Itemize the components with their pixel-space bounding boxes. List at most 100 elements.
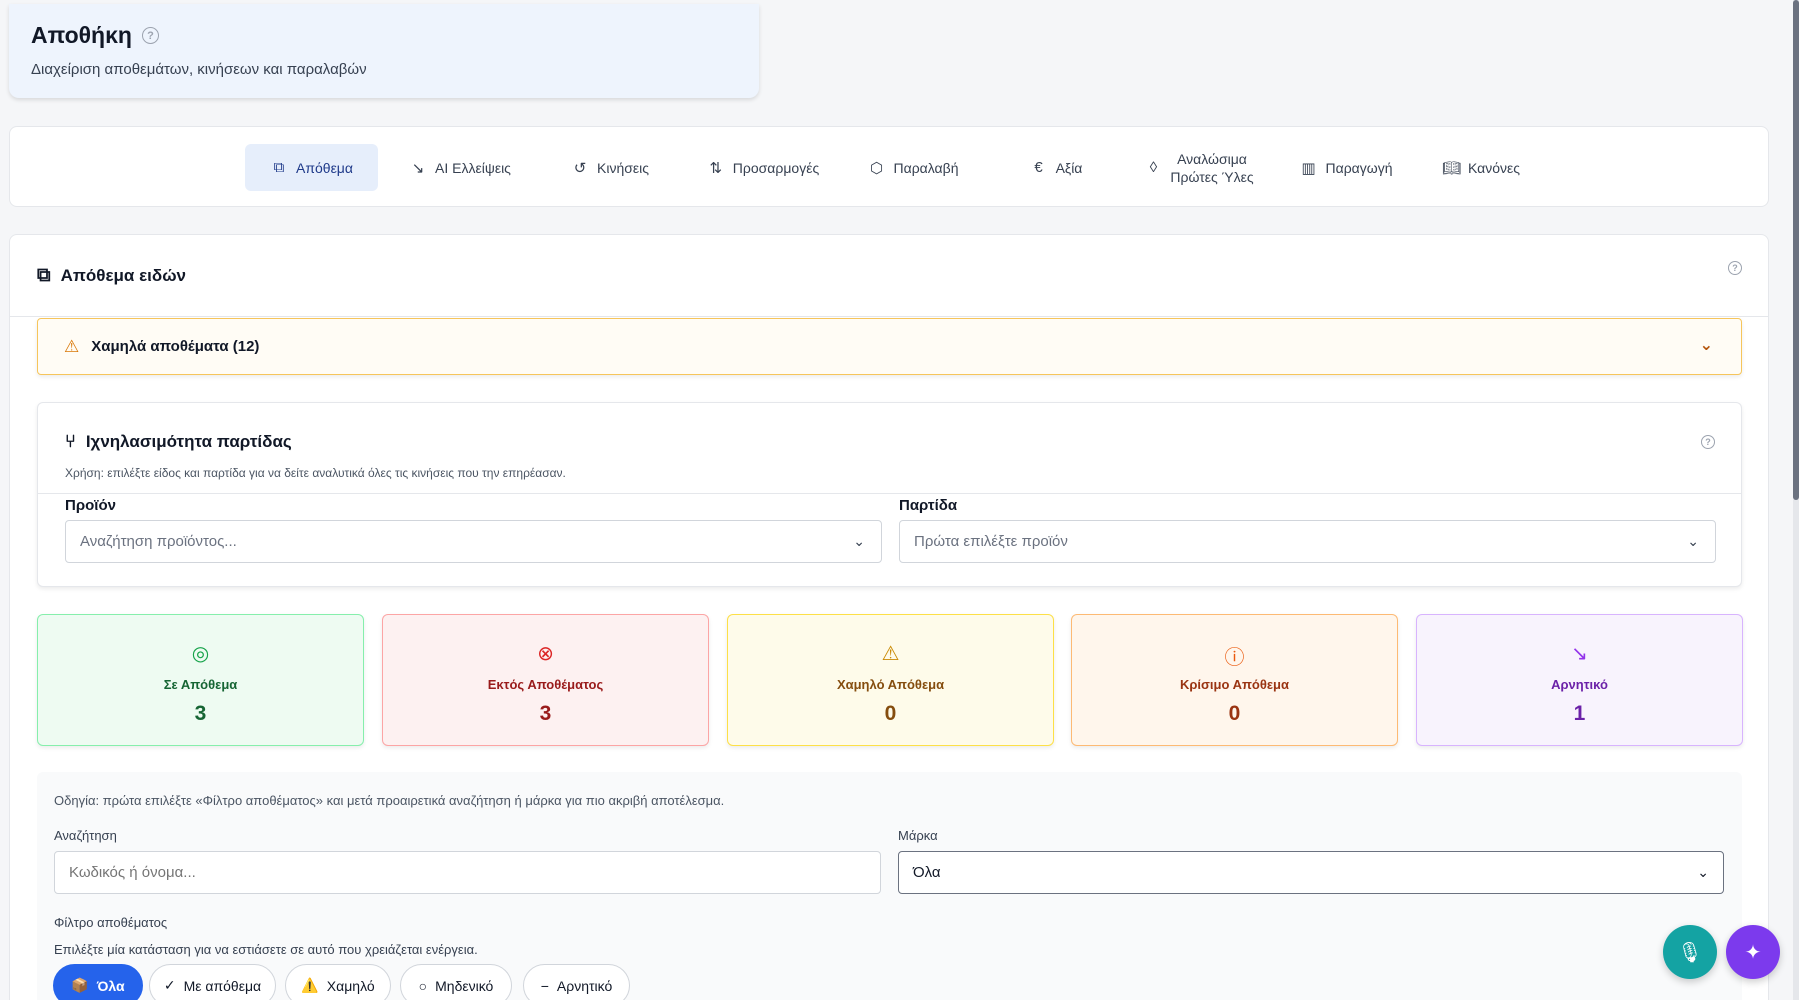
- stat-value: 0: [884, 702, 897, 725]
- product-select-placeholder: Αναζήτηση προϊόντος...: [80, 533, 237, 550]
- warning-icon: ⚠️: [301, 977, 319, 993]
- git-branch-icon: ⑂: [65, 431, 76, 451]
- chip-label: Με απόθεμα: [183, 977, 262, 994]
- boxes-icon: ⧉: [273, 159, 285, 176]
- page-scrollbar[interactable]: [1793, 0, 1799, 1000]
- microphone-icon: 🎙︎: [1677, 941, 1703, 964]
- stat-critical-stock[interactable]: ⓘ Κρίσιμο Απόθεμα 0: [1071, 614, 1398, 746]
- help-icon[interactable]: ?: [141, 27, 159, 44]
- product-select[interactable]: Αναζήτηση προϊόντος... ⌄: [65, 520, 882, 563]
- batch-label: Παρτίδα: [899, 497, 958, 514]
- stat-value: 3: [539, 702, 552, 725]
- traceability-description: Χρήση: επιλέξτε είδος και παρτίδα για να…: [65, 466, 566, 480]
- tab-label: Κινήσεις: [597, 159, 649, 176]
- product-label: Προϊόν: [65, 497, 116, 514]
- stock-panel-title-row: ⧉ Απόθεμα ειδών: [37, 265, 186, 287]
- brand-select[interactable]: Όλα ⌄: [898, 851, 1724, 894]
- help-icon[interactable]: ?: [1701, 435, 1715, 449]
- tab-label: Απόθεμα: [296, 159, 353, 176]
- brand-label: Μάρκα: [898, 828, 938, 843]
- boxes-icon: ⧉: [37, 265, 51, 286]
- stat-value: 3: [194, 702, 207, 725]
- tab-production[interactable]: ▥ Παραγωγή: [1291, 144, 1401, 191]
- tab-adjustments[interactable]: ⇅ Προσαρμογές: [697, 144, 829, 191]
- chip-in-stock[interactable]: ✓ Με απόθεμα: [149, 964, 276, 1000]
- stat-low-stock[interactable]: ⚠ Χαμηλό Απόθεμα 0: [727, 614, 1054, 746]
- box-icon: 📦: [71, 977, 89, 993]
- tab-value[interactable]: € Αξία: [1016, 144, 1096, 191]
- help-icon[interactable]: ?: [1728, 261, 1742, 275]
- chip-zero[interactable]: ○ Μηδενικό: [400, 964, 512, 1000]
- stock-filters: Οδηγία: πρώτα επιλέξτε «Φίλτρο αποθέματο…: [37, 772, 1742, 1000]
- stat-value: 0: [1228, 702, 1241, 725]
- chevron-down-icon: ⌄: [1697, 864, 1709, 880]
- book-icon: 📖︎: [1441, 159, 1462, 177]
- batch-select-placeholder: Πρώτα επιλέξτε προϊόν: [914, 533, 1068, 550]
- search-input[interactable]: [54, 851, 881, 894]
- ai-assistant-button[interactable]: ✦: [1726, 925, 1780, 979]
- tab-label: Παραλαβή: [893, 159, 959, 176]
- batch-traceability-card: ⑂ Ιχνηλασιμότητα παρτίδας Χρήση: επιλέξτ…: [37, 402, 1742, 587]
- chip-all[interactable]: 📦 Όλα: [53, 964, 143, 1000]
- stock-filter-help: Επιλέξτε μία κατάσταση για να εστιάσετε …: [54, 942, 478, 957]
- stat-label: Εκτός Αποθέματος: [487, 677, 604, 692]
- stock-panel-title: Απόθεμα ειδών: [60, 266, 187, 285]
- tab-rules[interactable]: 📖︎ Κανόνες: [1431, 144, 1531, 191]
- tab-ai-shortages[interactable]: ↘ AI Ελλείψεις: [395, 144, 525, 191]
- stat-in-stock[interactable]: ◎ Σε Απόθεμα 3: [37, 614, 364, 746]
- stock-panel: ⧉ Απόθεμα ειδών ? ⚠ Χαμηλά αποθέματα (12…: [9, 234, 1769, 1000]
- chevron-down-icon: ⌄: [1687, 533, 1699, 549]
- chip-negative[interactable]: − Αρνητικό: [523, 964, 630, 1000]
- trend-down-icon: ↘: [411, 159, 425, 177]
- tab-receiving[interactable]: ⬡ Παραλαβή: [858, 144, 968, 191]
- stat-label: Κρίσιμο Απόθεμα: [1180, 677, 1289, 692]
- droplet-icon: ◊: [1149, 159, 1158, 176]
- divider: [38, 493, 1741, 494]
- low-stock-alert[interactable]: ⚠ Χαμηλά αποθέματα (12) ⌄: [37, 318, 1742, 375]
- package-icon: ⬡: [869, 159, 884, 177]
- stat-label: Αρνητικό: [1551, 677, 1608, 692]
- stock-panel-header: ⧉ Απόθεμα ειδών ?: [10, 235, 1768, 317]
- stat-negative[interactable]: ↘ Αρνητικό 1: [1416, 614, 1743, 746]
- tab-label: Αναλώσιμα Πρώτες Ύλες: [1170, 150, 1254, 185]
- chip-low[interactable]: ⚠️ Χαμηλό: [285, 964, 391, 1000]
- page-header: Αποθήκη ? Διαχείριση αποθεμάτων, κινήσεω…: [9, 4, 759, 98]
- history-icon: ↺: [573, 159, 587, 177]
- page-subtitle: Διαχείριση αποθεμάτων, κινήσεων και παρα…: [31, 61, 367, 78]
- trend-down-icon: ↘: [1571, 643, 1588, 665]
- circle-icon: ○: [418, 977, 428, 994]
- stock-filter-label: Φίλτρο αποθέματος: [54, 915, 168, 930]
- arrows-updown-icon: ⇅: [709, 159, 723, 177]
- page-title-row: Αποθήκη ?: [31, 22, 737, 49]
- tab-consumables[interactable]: ◊ Αναλώσιμα Πρώτες Ύλες: [1136, 144, 1262, 191]
- voice-assistant-button[interactable]: 🎙︎: [1663, 925, 1717, 979]
- chevron-down-icon: ⌄: [853, 533, 865, 549]
- chip-label: Μηδενικό: [435, 977, 494, 994]
- stat-label: Χαμηλό Απόθεμα: [836, 677, 945, 692]
- low-stock-alert-label: Χαμηλά αποθέματα (12): [91, 338, 260, 355]
- traceability-title-row: ⑂ Ιχνηλασιμότητα παρτίδας: [65, 431, 292, 452]
- check-icon: ✓: [163, 977, 176, 993]
- warning-icon: ⚠: [881, 643, 900, 665]
- chip-label: Όλα: [96, 977, 125, 994]
- minus-icon: −: [540, 977, 549, 994]
- search-label: Αναζήτηση: [54, 828, 117, 843]
- tab-label: AI Ελλείψεις: [435, 159, 511, 176]
- factory-icon: ▥: [1301, 159, 1316, 177]
- alert-circle-icon: ⓘ: [1224, 647, 1245, 669]
- brand-select-value: Όλα: [913, 864, 941, 881]
- filter-instructions: Οδηγία: πρώτα επιλέξτε «Φίλτρο αποθέματο…: [54, 793, 725, 808]
- tab-movements[interactable]: ↺ Κινήσεις: [555, 144, 665, 191]
- chip-label: Χαμηλό: [326, 977, 375, 994]
- chip-label: Αρνητικό: [556, 977, 613, 994]
- tab-stock[interactable]: ⧉ Απόθεμα: [245, 144, 378, 191]
- scrollbar-thumb[interactable]: [1793, 0, 1799, 500]
- stat-value: 1: [1573, 702, 1586, 725]
- sparkles-icon: ✦: [1744, 941, 1762, 964]
- chevron-down-icon[interactable]: ⌄: [1700, 335, 1713, 355]
- tab-label: Κανόνες: [1467, 159, 1521, 176]
- batch-select[interactable]: Πρώτα επιλέξτε προϊόν ⌄: [899, 520, 1716, 563]
- euro-icon: €: [1034, 159, 1043, 176]
- stat-out-of-stock[interactable]: ⊗ Εκτός Αποθέματος 3: [382, 614, 709, 746]
- stat-label: Σε Απόθεμα: [163, 677, 238, 692]
